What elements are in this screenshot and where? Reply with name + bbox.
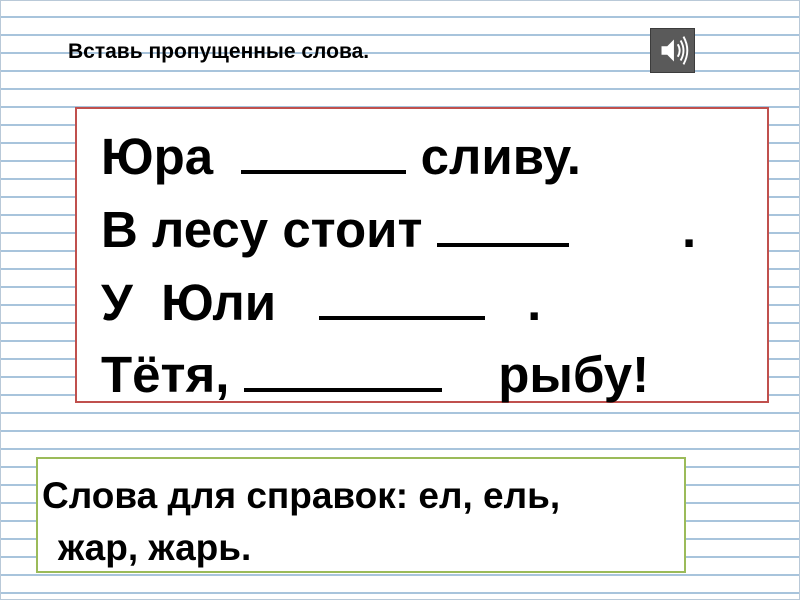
- line-2-text-before: В лесу стоит: [101, 201, 437, 258]
- line-1-text-before: Юра: [101, 128, 228, 185]
- exercise-line-4: Тётя, рыбу!: [101, 349, 649, 400]
- sound-button[interactable]: [650, 28, 695, 73]
- line-3-text-before: У Юли: [101, 274, 319, 331]
- line-2-text-after: .: [568, 201, 697, 258]
- line-1-text-after: сливу.: [406, 128, 581, 185]
- speaker-icon: [661, 36, 689, 65]
- line-4-text-after: рыбу!: [441, 346, 650, 403]
- exercise-line-2: В лесу стоит .: [101, 204, 696, 255]
- exercise-line-3: У Юли .: [101, 277, 541, 328]
- instruction-text: Вставь пропущенные слова.: [68, 40, 370, 63]
- reference-line-2: жар, жарь.: [58, 527, 252, 568]
- reference-words-box: Слова для справок: ел, ель, жар, жарь.: [36, 457, 686, 573]
- exercise-box: Юра сливу. В лесу стоит . У Юли . Тётя, …: [75, 107, 769, 403]
- reference-line-1: Слова для справок: ел, ель,: [42, 475, 561, 516]
- blank-2[interactable]: [436, 235, 569, 247]
- blank-1[interactable]: [241, 162, 407, 174]
- blank-3[interactable]: [318, 308, 485, 320]
- line-4-text-before: Тётя,: [101, 346, 244, 403]
- blank-4[interactable]: [243, 380, 442, 392]
- exercise-line-1: Юра сливу.: [101, 131, 581, 182]
- line-3-text-after: .: [484, 274, 542, 331]
